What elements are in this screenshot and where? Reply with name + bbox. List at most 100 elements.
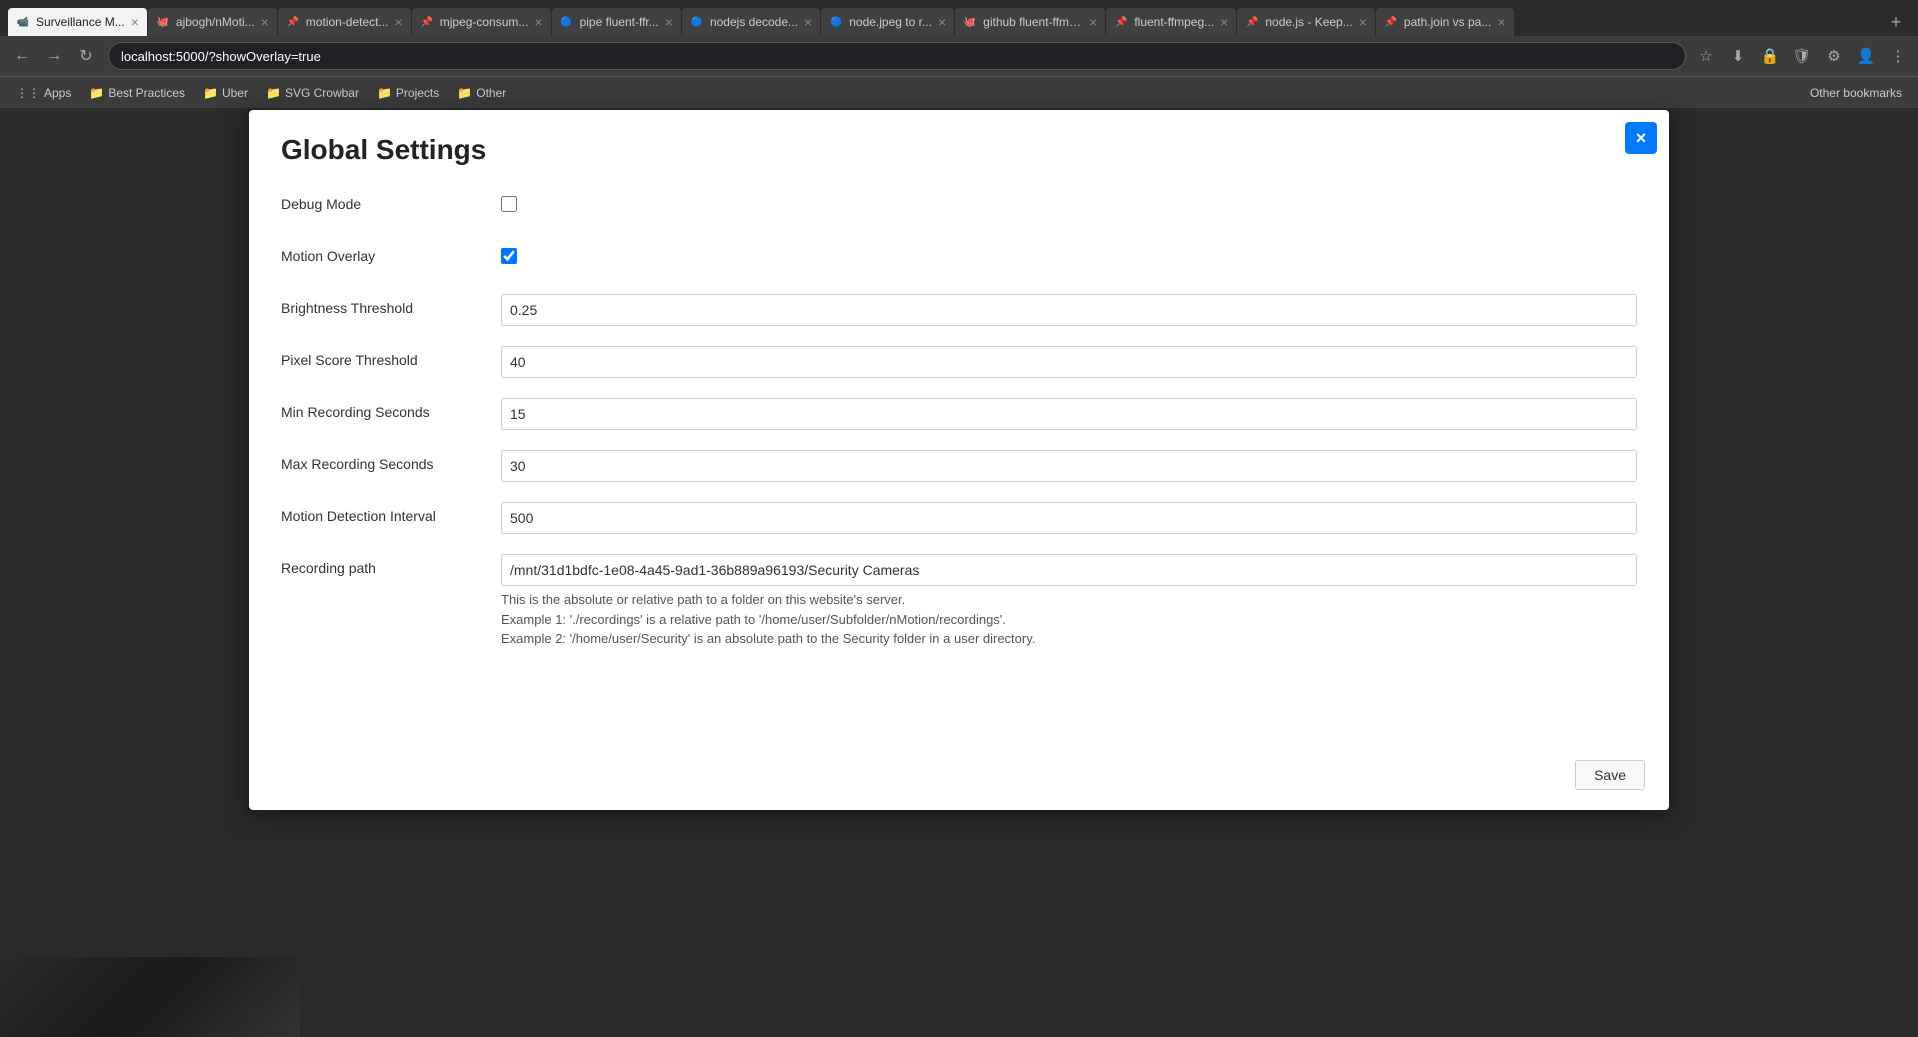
- form-row-min_recording_seconds: Min Recording Seconds: [281, 398, 1637, 434]
- bookmark-label: Projects: [396, 86, 439, 100]
- control-area-brightness_threshold: [501, 294, 1637, 326]
- extension-icon-1[interactable]: ⬇: [1726, 44, 1750, 68]
- tab-favicon: 📌: [1384, 15, 1398, 29]
- control-area-pixel_score_threshold: [501, 346, 1637, 378]
- extension-icon-2[interactable]: 🔒: [1758, 44, 1782, 68]
- tab-label: fluent-ffmpeg...: [1134, 15, 1214, 29]
- control-area-motion_overlay: [501, 242, 1637, 267]
- tab-favicon: 📌: [1114, 15, 1128, 29]
- more-menu-icon[interactable]: ⋮: [1886, 44, 1910, 68]
- modal-close-button[interactable]: ×: [1625, 122, 1657, 154]
- input-min_recording_seconds[interactable]: [501, 398, 1637, 430]
- extension-icon-4[interactable]: ⚙: [1822, 44, 1846, 68]
- bookmark-b2[interactable]: 📁 Best Practices: [81, 81, 193, 105]
- tab-close-icon[interactable]: ×: [1089, 14, 1097, 30]
- tab-t3[interactable]: 📌 motion-detect... ×: [278, 8, 411, 36]
- tab-favicon: 📌: [1245, 15, 1259, 29]
- bookmark-label: Uber: [222, 86, 248, 100]
- tab-close-icon[interactable]: ×: [395, 14, 403, 30]
- tab-t6[interactable]: 🔵 nodejs decode... ×: [682, 8, 820, 36]
- control-area-max_recording_seconds: [501, 450, 1637, 482]
- tab-close-icon[interactable]: ×: [665, 14, 673, 30]
- tab-label: ajbogh/nMoti...: [176, 15, 255, 29]
- address-bar-row: ← → ↻ localhost:5000/?showOverlay=true ☆…: [0, 36, 1918, 76]
- folder-icon: 📁: [457, 86, 472, 100]
- input-pixel_score_threshold[interactable]: [501, 346, 1637, 378]
- tab-close-icon[interactable]: ×: [131, 14, 139, 30]
- label-max_recording_seconds: Max Recording Seconds: [281, 450, 501, 472]
- bookmarks-bar: ⋮⋮Apps📁Best Practices📁Uber📁SVG Crowbar📁P…: [0, 76, 1918, 108]
- tab-t7[interactable]: 🔵 node.jpeg to r... ×: [821, 8, 954, 36]
- video-preview: [0, 957, 300, 1037]
- checkbox-debug_mode[interactable]: [501, 196, 517, 212]
- form-row-brightness_threshold: Brightness Threshold: [281, 294, 1637, 330]
- control-area-min_recording_seconds: [501, 398, 1637, 430]
- tab-t11[interactable]: 📌 path.join vs pa... ×: [1376, 8, 1514, 36]
- global-settings-modal: × Global Settings Debug ModeMotion Overl…: [249, 110, 1669, 810]
- tab-bar: 📹 Surveillance M... × 🐙 ajbogh/nMoti... …: [0, 0, 1918, 36]
- other-bookmarks-label: Other bookmarks: [1810, 86, 1902, 100]
- tab-close-icon[interactable]: ×: [534, 14, 542, 30]
- tab-t1[interactable]: 📹 Surveillance M... ×: [8, 8, 147, 36]
- control-area-debug_mode: [501, 190, 1637, 215]
- label-brightness_threshold: Brightness Threshold: [281, 294, 501, 316]
- tab-close-icon[interactable]: ×: [804, 14, 812, 30]
- address-bar[interactable]: localhost:5000/?showOverlay=true: [108, 42, 1686, 70]
- tab-label: pipe fluent-ffr...: [580, 15, 659, 29]
- checkbox-motion_overlay[interactable]: [501, 248, 517, 264]
- extension-icon-5[interactable]: 👤: [1854, 44, 1878, 68]
- tab-close-icon[interactable]: ×: [261, 14, 269, 30]
- tab-t8[interactable]: 🐙 github fluent-ffmpeg ×: [955, 8, 1105, 36]
- folder-icon: 📁: [89, 86, 104, 100]
- label-pixel_score_threshold: Pixel Score Threshold: [281, 346, 501, 368]
- tab-t9[interactable]: 📌 fluent-ffmpeg... ×: [1106, 8, 1236, 36]
- tab-label: node.js - Keep...: [1265, 15, 1352, 29]
- back-button[interactable]: ←: [8, 42, 36, 70]
- input-brightness_threshold[interactable]: [501, 294, 1637, 326]
- bookmark-label: Other: [476, 86, 506, 100]
- bookmark-label: Best Practices: [108, 86, 185, 100]
- tab-favicon: 📌: [420, 15, 434, 29]
- help-text-recording_path: This is the absolute or relative path to…: [501, 590, 1637, 649]
- form-row-debug_mode: Debug Mode: [281, 190, 1637, 226]
- extension-icon-3[interactable]: 🛡: [1790, 44, 1814, 68]
- form-content: Debug Mode Motion Overlay Brightness Thres…: [281, 190, 1637, 649]
- reload-button[interactable]: ↻: [72, 42, 100, 70]
- form-row-max_recording_seconds: Max Recording Seconds: [281, 450, 1637, 486]
- tab-close-icon[interactable]: ×: [1497, 14, 1505, 30]
- bookmark-label: SVG Crowbar: [285, 86, 359, 100]
- browser-chrome: 📹 Surveillance M... × 🐙 ajbogh/nMoti... …: [0, 0, 1918, 108]
- save-button[interactable]: Save: [1575, 760, 1645, 790]
- tab-t2[interactable]: 🐙 ajbogh/nMoti... ×: [148, 8, 277, 36]
- new-tab-button[interactable]: +: [1882, 8, 1910, 36]
- folder-icon: 📁: [203, 86, 218, 100]
- bookmark-b1[interactable]: ⋮⋮Apps: [8, 81, 79, 105]
- tab-favicon: 🔵: [560, 15, 574, 29]
- bookmark-b5[interactable]: 📁Projects: [369, 81, 447, 105]
- label-motion_overlay: Motion Overlay: [281, 242, 501, 264]
- forward-button[interactable]: →: [40, 42, 68, 70]
- page-content: × Global Settings Debug ModeMotion Overl…: [0, 108, 1918, 1037]
- bookmark-label: Apps: [44, 86, 71, 100]
- input-recording_path[interactable]: [501, 554, 1637, 586]
- tab-t5[interactable]: 🔵 pipe fluent-ffr... ×: [552, 8, 681, 36]
- input-max_recording_seconds[interactable]: [501, 450, 1637, 482]
- tab-t10[interactable]: 📌 node.js - Keep... ×: [1237, 8, 1375, 36]
- tab-favicon: 🐙: [156, 15, 170, 29]
- input-motion_detection_interval[interactable]: [501, 502, 1637, 534]
- tab-close-icon[interactable]: ×: [938, 14, 946, 30]
- form-row-pixel_score_threshold: Pixel Score Threshold: [281, 346, 1637, 382]
- bookmark-b6[interactable]: 📁 Other: [449, 81, 514, 105]
- folder-icon: 📁: [266, 86, 281, 100]
- form-row-motion_detection_interval: Motion Detection Interval: [281, 502, 1637, 538]
- toolbar-icons: ☆ ⬇ 🔒 🛡 ⚙ 👤 ⋮: [1694, 44, 1910, 68]
- tab-close-icon[interactable]: ×: [1220, 14, 1228, 30]
- other-bookmarks[interactable]: Other bookmarks: [1802, 81, 1910, 105]
- tab-close-icon[interactable]: ×: [1359, 14, 1367, 30]
- modal-footer: Save: [1575, 760, 1645, 790]
- tab-t4[interactable]: 📌 mjpeg-consum... ×: [412, 8, 551, 36]
- bookmark-b4[interactable]: 📁 SVG Crowbar: [258, 81, 367, 105]
- bookmark-b3[interactable]: 📁 Uber: [195, 81, 256, 105]
- label-recording_path: Recording path: [281, 554, 501, 576]
- bookmark-star-icon[interactable]: ☆: [1694, 44, 1718, 68]
